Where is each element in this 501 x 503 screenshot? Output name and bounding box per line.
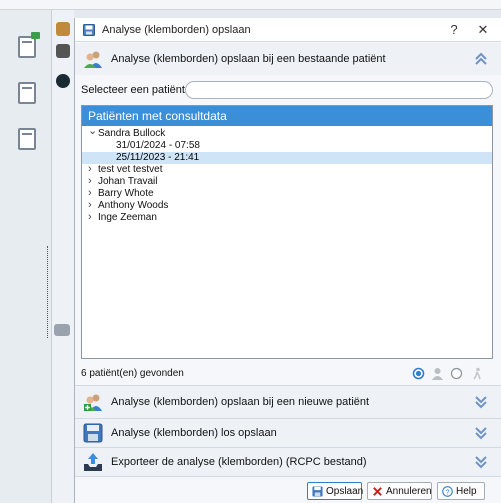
floppy-disk-icon xyxy=(312,486,323,497)
upload-tray-icon xyxy=(84,453,102,471)
person-filter-icon[interactable] xyxy=(431,367,444,380)
svg-text:?: ? xyxy=(445,487,449,496)
patient-name: Sandra Bullock xyxy=(98,128,166,139)
dialog-titlebar[interactable]: Analyse (klemborden) opslaan ? ✕ xyxy=(75,18,501,42)
dialog-title: Analyse (klemborden) opslaan xyxy=(102,24,251,36)
help-icon: ? xyxy=(442,486,453,497)
close-icon xyxy=(373,487,382,496)
double-chevron-down-icon[interactable] xyxy=(474,426,488,440)
double-chevron-down-icon[interactable] xyxy=(474,395,488,409)
consult-entry[interactable]: 31/01/2024 - 07:58 xyxy=(82,140,492,152)
radio-selected-icon[interactable] xyxy=(412,367,425,380)
document-icon[interactable] xyxy=(18,82,36,104)
save-button-label: Opslaan xyxy=(326,486,364,497)
patient-name: Inge Zeeman xyxy=(98,212,157,223)
patient-name: Anthony Woods xyxy=(98,200,169,211)
section-existing-label: Analyse (klemborden) opslaan bij een bes… xyxy=(111,53,386,65)
patient-row[interactable]: › Barry Whote xyxy=(82,187,492,200)
checkmark-icon xyxy=(31,32,40,39)
save-analysis-dialog: Analyse (klemborden) opslaan ? ✕ Analyse… xyxy=(74,18,501,503)
background-top-bar xyxy=(0,0,501,10)
consult-date: 25/11/2023 - 21:41 xyxy=(116,152,200,163)
consult-entry[interactable]: 25/11/2023 - 21:41 xyxy=(82,152,492,164)
double-chevron-down-icon[interactable] xyxy=(474,455,488,469)
patient-row[interactable]: ⌄ Sandra Bullock xyxy=(82,125,492,140)
patient-row[interactable]: › test vet testvet xyxy=(82,163,492,176)
chevron-right-icon[interactable]: › xyxy=(88,175,98,187)
document-check-icon[interactable] xyxy=(18,36,36,58)
patient-list-panel: Patiënten met consultdata ⌄ Sandra Bulloc… xyxy=(81,105,493,359)
status-row: 6 patiënt(en) gevonden xyxy=(81,367,495,381)
chevron-right-icon[interactable]: › xyxy=(88,211,98,223)
tool-icon[interactable] xyxy=(56,22,70,36)
section-export[interactable]: Exporteer de analyse (klemborden) (RCPC … xyxy=(75,448,501,476)
chevron-down-icon[interactable]: ⌄ xyxy=(88,125,98,137)
globe-icon[interactable] xyxy=(56,74,70,88)
section-standalone[interactable]: Analyse (klemborden) los opslaan xyxy=(75,419,501,447)
patient-name: Barry Whote xyxy=(98,188,154,199)
section-existing-patient[interactable]: Analyse (klemborden) opslaan bij een bes… xyxy=(75,43,501,75)
radio-empty-icon[interactable] xyxy=(450,367,463,380)
keyboard-icon[interactable] xyxy=(54,324,70,336)
background-toolbar-strip xyxy=(52,10,74,503)
cancel-button[interactable]: Annuleren xyxy=(367,482,432,500)
users-icon xyxy=(84,51,102,68)
patient-row[interactable]: › Inge Zeeman xyxy=(82,211,492,224)
chevron-right-icon[interactable]: › xyxy=(88,187,98,199)
section-standalone-label: Analyse (klemborden) los opslaan xyxy=(111,427,277,439)
chevron-right-icon[interactable]: › xyxy=(88,199,98,211)
section-new-patient[interactable]: Analyse (klemborden) opslaan bij een nie… xyxy=(75,386,501,418)
dialog-footer: Opslaan Annuleren ? Help xyxy=(75,476,501,503)
patient-tree: ⌄ Sandra Bullock 31/01/2024 - 07:58 25/11/2… xyxy=(82,125,492,224)
consult-date: 31/01/2024 - 07:58 xyxy=(116,140,200,151)
help-title-button[interactable]: ? xyxy=(446,22,462,37)
patient-row[interactable]: › Johan Travail xyxy=(82,175,492,188)
save-button[interactable]: Opslaan xyxy=(307,482,364,500)
close-button[interactable]: ✕ xyxy=(475,22,491,38)
chevron-right-icon[interactable]: › xyxy=(88,163,98,175)
double-chevron-up-icon[interactable] xyxy=(474,52,488,66)
divider xyxy=(47,246,48,338)
save-disk-icon xyxy=(83,24,95,36)
patient-name: Johan Travail xyxy=(98,176,158,187)
patient-list-header: Patiënten met consultdata xyxy=(82,106,492,126)
section-new-patient-label: Analyse (klemborden) opslaan bij een nie… xyxy=(111,396,370,408)
select-patient-label: Selecteer een patiënt: xyxy=(81,84,189,96)
help-button-label: Help xyxy=(456,486,477,497)
background-sidebar xyxy=(0,10,52,503)
document-icon[interactable] xyxy=(18,128,36,150)
person-icon[interactable] xyxy=(56,44,70,58)
patient-row[interactable]: › Anthony Woods xyxy=(82,199,492,212)
section-export-label: Exporteer de analyse (klemborden) (RCPC … xyxy=(111,456,367,468)
add-users-icon xyxy=(84,394,102,411)
floppy-disk-icon xyxy=(83,423,103,443)
cancel-button-label: Annuleren xyxy=(386,486,432,497)
patient-name: test vet testvet xyxy=(98,164,163,175)
select-patient-input[interactable] xyxy=(185,81,493,99)
patients-found-count: 6 patiënt(en) gevonden xyxy=(81,368,184,379)
select-patient-row: Selecteer een patiënt: xyxy=(81,80,495,100)
help-button[interactable]: ? Help xyxy=(437,482,485,500)
walking-person-icon[interactable] xyxy=(471,367,484,380)
